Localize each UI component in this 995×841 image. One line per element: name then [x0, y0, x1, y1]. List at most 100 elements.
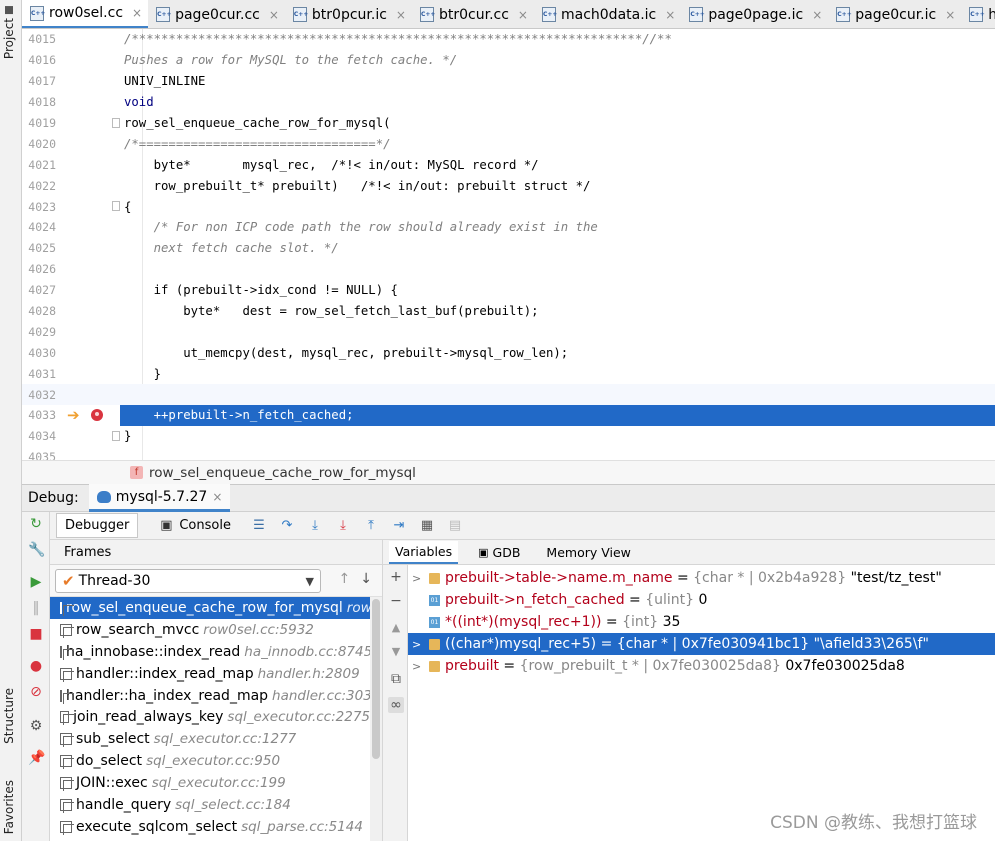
gutter[interactable]	[62, 29, 120, 50]
gutter[interactable]	[62, 71, 120, 92]
variable-row[interactable]: > ((char*)mysql_rec+5) = {char * | 0x7fe0…	[408, 633, 995, 655]
line-number[interactable]: 4015	[22, 32, 62, 46]
line-number[interactable]: 4032	[22, 388, 62, 402]
stack-frame[interactable]: handler::ha_index_read_map handler.cc:303…	[50, 685, 370, 707]
stack-frame[interactable]: join_read_always_key sql_executor.cc:2275	[50, 706, 370, 728]
arrow-down-icon[interactable]: ↓	[360, 571, 372, 587]
gutter[interactable]	[62, 280, 120, 301]
stop-icon[interactable]: ■	[28, 626, 44, 642]
stack-frame[interactable]: row_sel_enqueue_cache_row_for_mysql row	[50, 597, 370, 619]
code-text[interactable]: next fetch cache slot. */	[120, 238, 995, 259]
code-line[interactable]: 4019 row_sel_enqueue_cache_row_for_mysql(	[22, 113, 995, 134]
gutter[interactable]	[62, 384, 120, 405]
duplicate-icon[interactable]: ⧉	[388, 671, 404, 687]
line-number[interactable]: 4034	[22, 429, 62, 443]
code-text[interactable]: }	[120, 363, 995, 384]
close-icon[interactable]: ×	[269, 8, 279, 22]
gutter[interactable]	[62, 113, 120, 134]
gutter[interactable]	[62, 301, 120, 322]
line-number[interactable]: 4027	[22, 283, 62, 297]
code-line[interactable]: 4021 byte* mysql_rec, /*!< in/out: MySQL…	[22, 154, 995, 175]
code-line[interactable]: 4033 ➔ ++prebuilt->n_fetch_cached;	[22, 405, 995, 426]
gutter[interactable]	[62, 363, 120, 384]
variable-row[interactable]: 01 prebuilt->n_fetch_cached = {ulint} 0	[408, 589, 995, 611]
code-line[interactable]: 4016 Pushes a row for MySQL to the fetch …	[22, 50, 995, 71]
step-out-icon[interactable]: ⤒	[363, 518, 379, 534]
line-number[interactable]: 4031	[22, 367, 62, 381]
gutter[interactable]	[62, 92, 120, 113]
code-line[interactable]: 4024 /* For non ICP code path the row sh…	[22, 217, 995, 238]
tab-variables[interactable]: Variables	[389, 540, 459, 564]
gutter[interactable]	[62, 259, 120, 280]
move-up-icon[interactable]: ▲	[388, 621, 404, 634]
stack-frame[interactable]: sub_select sql_executor.cc:1277	[50, 728, 370, 750]
line-number[interactable]: 4016	[22, 53, 62, 67]
stack-frame[interactable]: handler::index_read_map handler.h:2809	[50, 663, 370, 685]
code-line[interactable]: 4023 {	[22, 196, 995, 217]
expand-chevron-icon[interactable]: >	[412, 572, 424, 585]
arrow-up-icon[interactable]: ↑	[339, 571, 351, 587]
frames-list[interactable]: row_sel_enqueue_cache_row_for_mysql row ro…	[50, 597, 370, 841]
line-number[interactable]: 4028	[22, 304, 62, 318]
code-text[interactable]: {	[120, 196, 995, 217]
code-line[interactable]: 4035	[22, 447, 995, 460]
close-icon[interactable]: ×	[518, 8, 528, 22]
expand-chevron-icon[interactable]: >	[412, 660, 424, 673]
gutter[interactable]	[62, 50, 120, 71]
close-icon[interactable]: ×	[132, 6, 142, 20]
code-editor[interactable]: 4015 /***********************************…	[22, 29, 995, 460]
thread-dropdown[interactable]: ✔ Thread-30 ▼	[55, 569, 321, 593]
line-number[interactable]: 4022	[22, 179, 62, 193]
gutter[interactable]	[62, 154, 120, 175]
code-line[interactable]: 4022 row_prebuilt_t* prebuilt) /*!< in/o…	[22, 175, 995, 196]
frames-scroll-thumb[interactable]	[372, 599, 380, 759]
line-number[interactable]: 4020	[22, 137, 62, 151]
settings-gear-icon[interactable]: ⚙	[28, 718, 44, 734]
code-text[interactable]: Pushes a row for MySQL to the fetch cach…	[120, 50, 995, 71]
frames-scrollbar[interactable]	[370, 597, 382, 841]
close-icon[interactable]: ×	[212, 490, 222, 504]
code-text[interactable]: row_sel_enqueue_cache_row_for_mysql(	[120, 113, 995, 134]
code-text[interactable]: ut_memcpy(dest, mysql_rec, prebuilt->mys…	[120, 342, 995, 363]
code-text[interactable]: /*================================*/	[120, 133, 995, 154]
force-step-into-icon[interactable]: ⤓	[335, 518, 351, 534]
debug-session-tab[interactable]: mysql-5.7.27 ×	[88, 484, 231, 512]
close-icon[interactable]: ×	[665, 8, 675, 22]
project-tool-tab[interactable]: Project	[2, 6, 16, 59]
code-line[interactable]: 4031 }	[22, 363, 995, 384]
tab-memory-view[interactable]: Memory View	[540, 542, 636, 563]
fold-marker-icon[interactable]	[112, 117, 120, 128]
code-text[interactable]: UNIV_INLINE	[120, 71, 995, 92]
tab-debugger[interactable]: Debugger	[56, 513, 139, 538]
variable-row[interactable]: > prebuilt->table->name.m_name = {char * …	[408, 567, 995, 589]
line-number[interactable]: 4024	[22, 220, 62, 234]
stack-frame[interactable]: execute_sqlcom_select sql_parse.cc:5144	[50, 816, 370, 838]
editor-tab[interactable]: C++ mach0data.ic ×	[534, 0, 681, 28]
gutter[interactable]	[62, 133, 120, 154]
expand-chevron-icon[interactable]: >	[412, 638, 424, 651]
stack-frame[interactable]: do_select sql_executor.cc:950	[50, 750, 370, 772]
code-text[interactable]: }	[120, 426, 995, 447]
code-line[interactable]: 4027 if (prebuilt->idx_cond != NULL) {	[22, 280, 995, 301]
code-text[interactable]	[120, 321, 995, 342]
editor-tab[interactable]: C++ row0sel.cc ×	[22, 0, 149, 28]
gutter[interactable]	[62, 426, 120, 447]
editor-tab[interactable]: C++ page0cur.cc ×	[148, 0, 285, 28]
pin-icon[interactable]: 📌	[28, 750, 45, 766]
code-text[interactable]: /* For non ICP code path the row should …	[120, 217, 995, 238]
breadcrumb[interactable]: f row_sel_enqueue_cache_row_for_mysql	[22, 460, 995, 484]
editor-tab[interactable]: C++ btr0cur.cc ×	[412, 0, 534, 28]
stack-frame[interactable]: row_search_mvcc row0sel.cc:5932	[50, 619, 370, 641]
close-icon[interactable]: ×	[812, 8, 822, 22]
line-number[interactable]: 4033	[22, 408, 62, 422]
fold-marker-icon[interactable]	[112, 430, 120, 441]
step-into-icon[interactable]: ⤓	[307, 518, 323, 534]
view-breakpoints-icon[interactable]: ●	[28, 658, 44, 674]
close-icon[interactable]: ×	[396, 8, 406, 22]
code-text[interactable]	[120, 384, 995, 405]
editor-tab[interactable]: C++ page0page.ic ×	[681, 0, 828, 28]
gutter[interactable]	[62, 447, 120, 460]
menu-lines-icon[interactable]: ☰	[251, 518, 267, 534]
stack-frame[interactable]: JOIN::exec sql_executor.cc:199	[50, 772, 370, 794]
line-number[interactable]: 4021	[22, 158, 62, 172]
